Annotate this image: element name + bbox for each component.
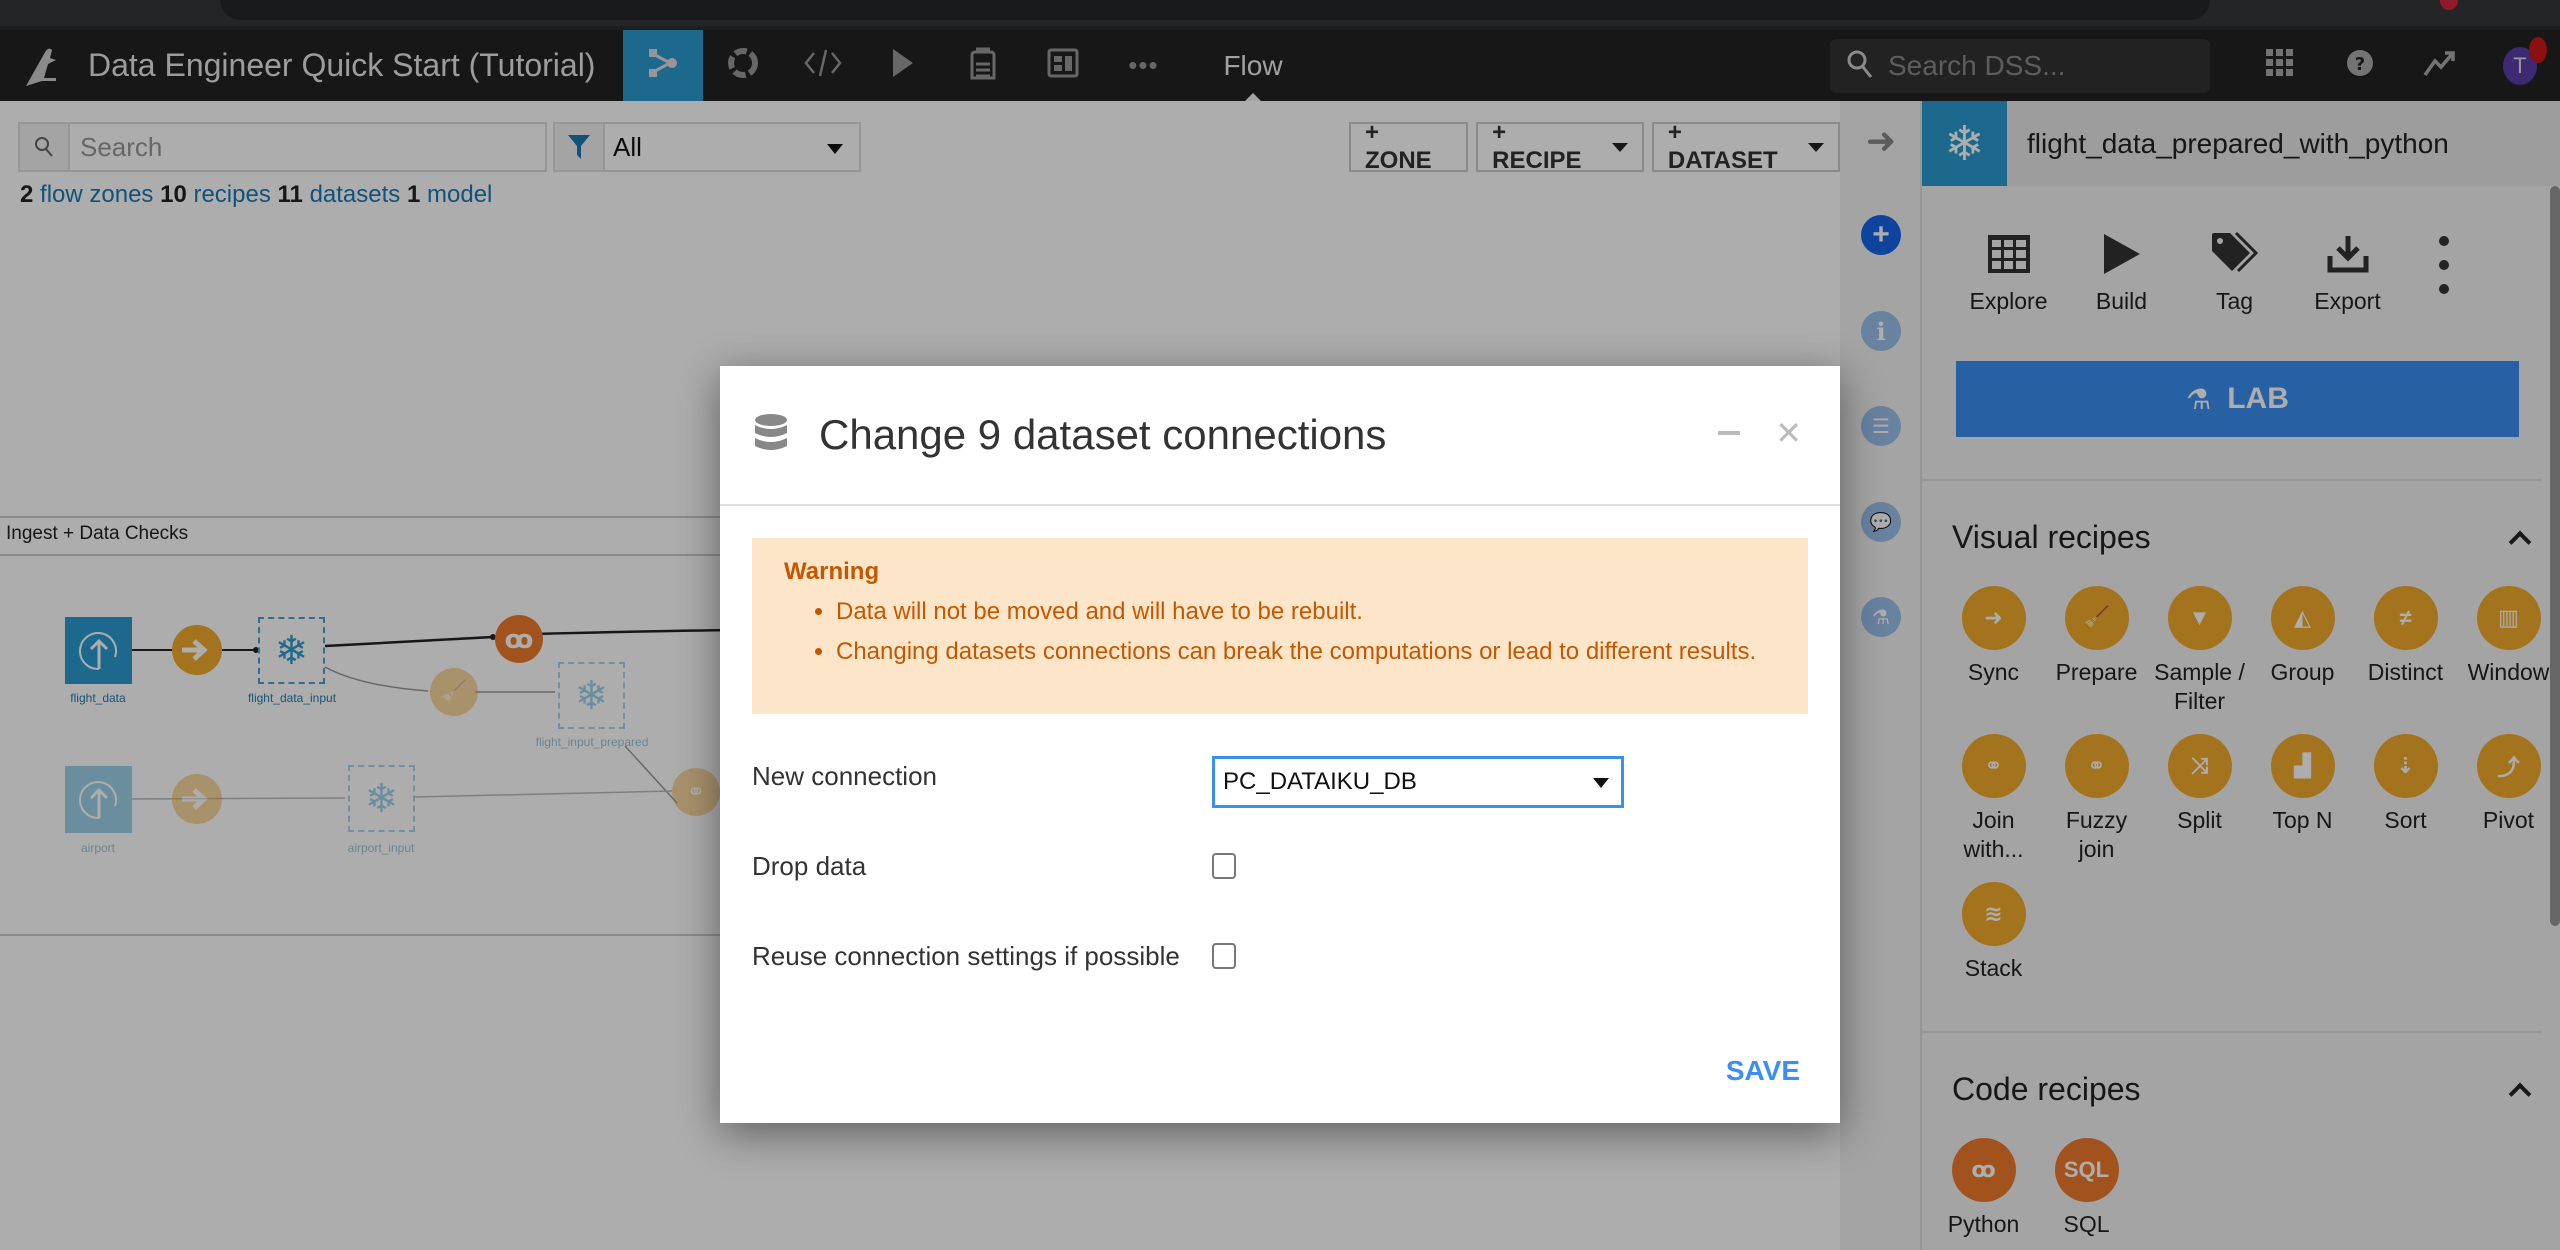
reuse-settings-label: Reuse connection settings if possible: [752, 941, 1180, 971]
drop-data-label: Drop data: [752, 851, 867, 881]
new-connection-select[interactable]: PC_DATAIKU_DB: [1212, 756, 1624, 808]
new-connection-label: New connection: [752, 761, 937, 791]
warning-title: Warning: [784, 558, 880, 585]
close-icon: ✕: [1775, 415, 1802, 451]
modal-header: Change 9 dataset connections ✕: [720, 366, 1840, 506]
database-icon: [753, 413, 789, 458]
warning-item: Changing datasets connections can break …: [836, 632, 1776, 672]
drop-data-checkbox[interactable]: [1212, 853, 1236, 879]
minimize-icon: [1718, 431, 1740, 435]
warning-item: Data will not be moved and will have to …: [836, 592, 1776, 632]
modal-title: Change 9 dataset connections: [819, 411, 1387, 458]
minimize-button[interactable]: [1718, 418, 1740, 448]
warning-list: Data will not be moved and will have to …: [836, 592, 1776, 672]
warning-box: Warning Data will not be moved and will …: [752, 538, 1808, 714]
change-connection-modal: Change 9 dataset connections ✕ Warning D…: [720, 366, 1840, 1123]
new-connection-value: PC_DATAIKU_DB: [1223, 768, 1417, 795]
reuse-settings-checkbox[interactable]: [1212, 943, 1236, 969]
save-button[interactable]: SAVE: [1726, 1055, 1800, 1087]
dropdown-caret-icon: [1593, 778, 1609, 788]
close-button[interactable]: ✕: [1775, 414, 1802, 452]
